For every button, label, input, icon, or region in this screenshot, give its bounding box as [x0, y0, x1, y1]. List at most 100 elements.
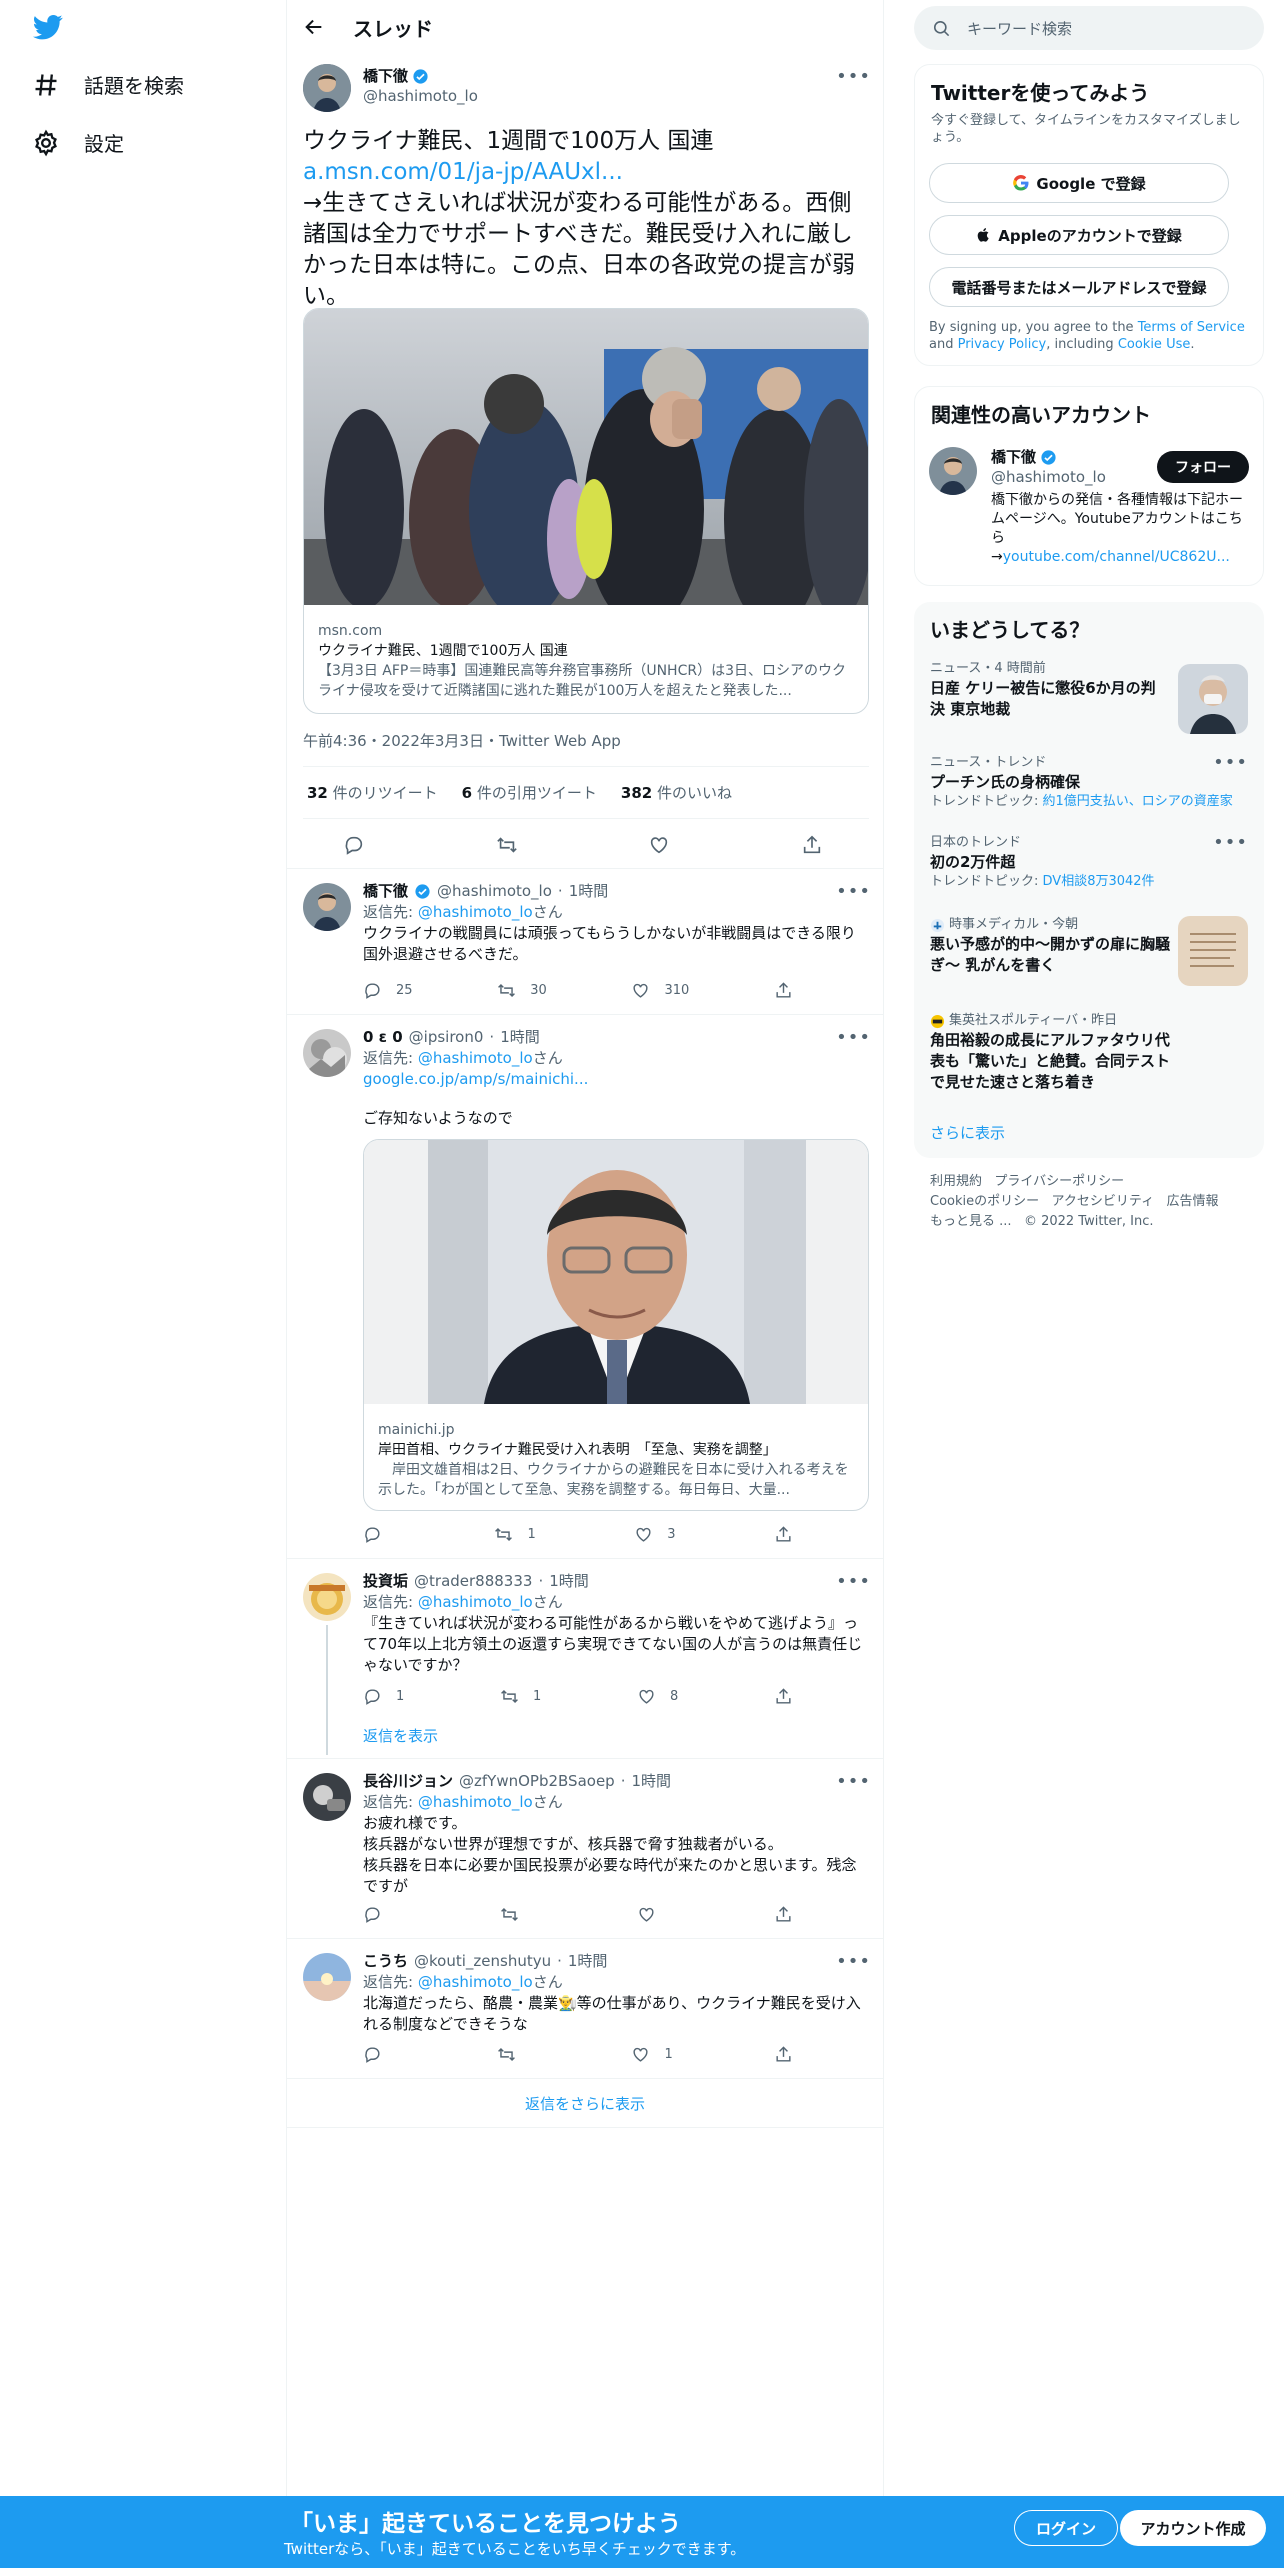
like-icon[interactable] — [648, 834, 670, 856]
more-options-icon[interactable]: ••• — [836, 1027, 871, 1048]
reply-author-name[interactable]: 長谷川ジョン — [363, 1771, 453, 1792]
replying-to-link[interactable]: @hashimoto_lo — [418, 1973, 533, 1991]
nav-settings[interactable]: 設定 — [32, 128, 124, 157]
share-icon[interactable] — [774, 1905, 793, 1924]
related-handle[interactable]: @hashimoto_lo — [991, 467, 1106, 487]
more-options-icon[interactable]: ••• — [1213, 754, 1248, 772]
trend-topic-link[interactable]: DV相談8万3042件 — [1043, 874, 1155, 889]
related-name[interactable]: 橋下徹 — [991, 447, 1036, 467]
login-button[interactable]: ログイン — [1014, 2510, 1118, 2546]
reply-link[interactable]: google.co.jp/amp/s/mainichi... — [363, 1069, 867, 1090]
cookie-link[interactable]: Cookie Use — [1118, 337, 1191, 352]
reply-time[interactable]: 1時間 — [568, 1951, 608, 1972]
footer-link[interactable]: プライバシーポリシー — [994, 1174, 1124, 1189]
share-icon[interactable] — [774, 1687, 793, 1706]
reply-author-handle[interactable]: @ipsiron0 — [409, 1027, 484, 1048]
signup-button[interactable]: アカウント作成 — [1120, 2510, 1266, 2546]
like-button[interactable]: 1 — [631, 2045, 673, 2064]
reply-tweet[interactable]: こうち @kouti_zenshutyu · 1時間 返信先: @hashimo… — [287, 1939, 883, 2079]
retweet-button[interactable] — [500, 1905, 533, 1924]
reply-author-handle[interactable]: @kouti_zenshutyu — [414, 1951, 551, 1972]
show-replies-link[interactable]: 返信を表示 — [363, 1725, 438, 1746]
nav-explore[interactable]: 話題を検索 — [32, 70, 184, 99]
retweet-icon[interactable] — [496, 834, 518, 856]
tweet-link[interactable]: a.msn.com/01/ja-jp/AAUxl... — [303, 157, 869, 188]
footer-link[interactable]: アクセシビリティ — [1052, 1194, 1155, 1209]
author-handle[interactable]: @hashimoto_lo — [363, 86, 478, 106]
reply-time[interactable]: 1時間 — [569, 881, 609, 902]
retweet-button[interactable]: 1 — [494, 1525, 536, 1544]
avatar[interactable] — [303, 1773, 351, 1821]
reply-tweet[interactable]: 橋下徹 @hashimoto_lo · 1時間 返信先: @hashimoto_… — [287, 869, 883, 1015]
reply-author-name[interactable]: 橋下徹 — [363, 881, 408, 902]
apple-signup-button[interactable]: Appleのアカウントで登録 — [929, 215, 1229, 255]
more-options-icon[interactable]: ••• — [836, 66, 871, 87]
share-icon[interactable] — [774, 1525, 793, 1544]
avatar[interactable] — [303, 1573, 351, 1621]
reply-time[interactable]: 1時間 — [500, 1027, 540, 1048]
tweet-timestamp[interactable]: 午前4:36・2022年3月3日・Twitter Web App — [303, 730, 621, 751]
show-more-trends-link[interactable]: さらに表示 — [930, 1122, 1005, 1143]
avatar[interactable] — [303, 64, 351, 112]
trend-topic-link[interactable]: 約1億円支払い、ロシアの資産家 — [1043, 794, 1233, 809]
avatar[interactable] — [303, 1029, 351, 1077]
trend-item[interactable]: ニュース・トレンド プーチン氏の身柄確保 トレンドトピック: 約1億円支払い、ロ… — [930, 754, 1248, 811]
like-button[interactable] — [637, 1905, 670, 1924]
avatar[interactable] — [929, 447, 977, 495]
replying-to-link[interactable]: @hashimoto_lo — [418, 1793, 533, 1811]
footer-link[interactable]: 利用規約 — [930, 1174, 982, 1189]
reply-button[interactable] — [363, 2045, 396, 2064]
footer-link[interactable]: 広告情報 — [1167, 1194, 1219, 1209]
avatar[interactable] — [303, 1953, 351, 2001]
link-card[interactable]: msn.com ウクライナ難民、1週間で100万人 国連 【3月3日 AFP＝時… — [303, 308, 869, 714]
footer-link[interactable]: もっと見る ... — [930, 1214, 1012, 1229]
privacy-link[interactable]: Privacy Policy — [958, 337, 1047, 352]
trend-item[interactable]: 集英社スポルティーバ・昨日 角田裕毅の成長にアルファタウリ代表も「驚いた」と絶賛… — [930, 1012, 1248, 1093]
like-button[interactable]: 310 — [631, 981, 689, 1000]
like-button[interactable]: 3 — [634, 1525, 676, 1544]
reply-button[interactable]: 1 — [363, 1687, 404, 1706]
reply-author-handle[interactable]: @zfYwnOPb2BSaoep — [459, 1771, 615, 1792]
share-icon[interactable] — [801, 834, 823, 856]
reply-tweet[interactable]: 長谷川ジョン @zfYwnOPb2BSaoep · 1時間 返信先: @hash… — [287, 1759, 883, 1939]
reply-author-name[interactable]: 0 ε 0 — [363, 1027, 403, 1048]
quote-count[interactable]: 6 件の引用ツイート — [462, 782, 597, 803]
reply-icon[interactable] — [343, 834, 365, 856]
more-options-icon[interactable]: ••• — [836, 881, 871, 902]
footer-link[interactable]: Cookieのポリシー — [930, 1194, 1039, 1209]
show-more-replies-link[interactable]: 返信をさらに表示 — [287, 2080, 883, 2128]
bio-youtube-link[interactable]: youtube.com/channel/UC862U... — [1003, 549, 1230, 565]
like-button[interactable]: 8 — [637, 1687, 678, 1706]
retweet-button[interactable] — [497, 2045, 530, 2064]
search-box[interactable]: キーワード検索 — [914, 6, 1264, 50]
reply-time[interactable]: 1時間 — [631, 1771, 671, 1792]
follow-button[interactable]: フォロー — [1157, 451, 1249, 483]
more-options-icon[interactable]: ••• — [836, 1771, 871, 1792]
reply-time[interactable]: 1時間 — [549, 1571, 589, 1592]
retweet-button[interactable]: 30 — [497, 981, 547, 1000]
more-options-icon[interactable]: ••• — [836, 1571, 871, 1592]
google-signup-button[interactable]: Google で登録 — [929, 163, 1229, 203]
twitter-logo-icon[interactable] — [30, 12, 66, 42]
replying-to-link[interactable]: @hashimoto_lo — [418, 903, 533, 921]
back-arrow-icon[interactable] — [303, 16, 325, 38]
avatar[interactable] — [303, 883, 351, 931]
terms-link[interactable]: Terms of Service — [1138, 320, 1245, 335]
reply-author-handle[interactable]: @trader888333 — [414, 1571, 532, 1592]
reply-tweet[interactable]: 0 ε 0 @ipsiron0 · 1時間 返信先: @hashimoto_lo… — [287, 1015, 883, 1559]
reply-tweet[interactable]: 投資垢 @trader888333 · 1時間 返信先: @hashimoto_… — [287, 1559, 883, 1759]
more-options-icon[interactable]: ••• — [836, 1951, 871, 1972]
trend-item[interactable]: 日本のトレンド 初の2万件超 トレンドトピック: DV相談8万3042件 ••• — [930, 834, 1248, 891]
trend-item[interactable]: 時事メディカル・今朝 悪い予感が的中～開かずの扉に胸騒ぎ～ 乳がんを書く — [930, 916, 1248, 986]
reply-button[interactable] — [363, 1905, 396, 1924]
reply-button[interactable] — [363, 1525, 396, 1544]
phone-email-signup-button[interactable]: 電話番号またはメールアドレスで登録 — [929, 267, 1229, 307]
replying-to-link[interactable]: @hashimoto_lo — [418, 1593, 533, 1611]
reply-author-name[interactable]: こうち — [363, 1951, 408, 1972]
author-name[interactable]: 橋下徹 — [363, 66, 408, 86]
reply-button[interactable]: 25 — [363, 981, 413, 1000]
replying-to-link[interactable]: @hashimoto_lo — [418, 1049, 533, 1067]
retweet-button[interactable]: 1 — [500, 1687, 541, 1706]
share-icon[interactable] — [774, 2045, 793, 2064]
reply-author-name[interactable]: 投資垢 — [363, 1571, 408, 1592]
